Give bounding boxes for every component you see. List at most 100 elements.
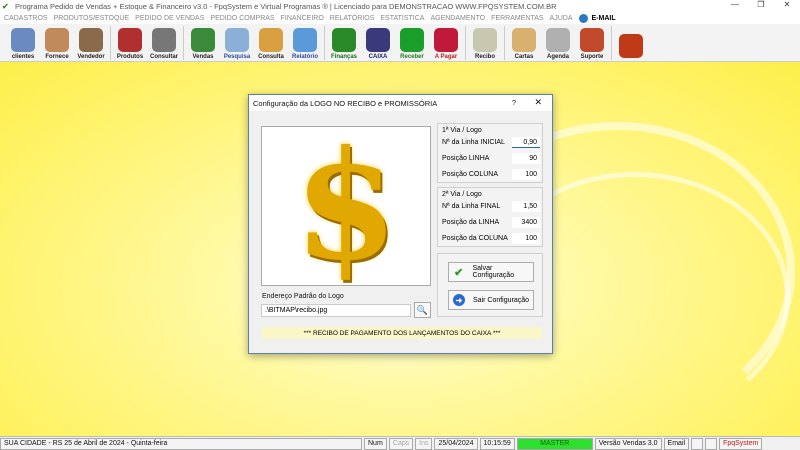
- printer-icon[interactable]: [691, 437, 704, 450]
- status-ins: Ins: [415, 437, 433, 450]
- group-title: 2ª Via / Logo: [442, 191, 482, 198]
- exit-icon: [619, 34, 643, 58]
- toolbar-button-pesquisa[interactable]: Pesquisa: [220, 24, 254, 62]
- toolbar-label: Relatório: [291, 54, 318, 60]
- search-icon: 🔍: [416, 304, 429, 315]
- toolbar-button-fornece[interactable]: Fornece: [40, 24, 74, 62]
- toolbar-label: Fornece: [45, 54, 69, 60]
- line-position-input[interactable]: 90: [512, 152, 540, 164]
- email-globe-icon: [578, 13, 588, 23]
- pesquisa-icon: [225, 28, 249, 52]
- browse-button[interactable]: 🔍: [414, 302, 431, 318]
- calculator-icon[interactable]: [705, 437, 718, 450]
- menu-item[interactable]: PEDIDO COMPRAS: [210, 15, 274, 22]
- menu-item[interactable]: AGENDAMENTO: [430, 15, 485, 22]
- maximize-button[interactable]: ❐: [748, 0, 774, 9]
- title-bar: ✔ Programa Pedido de Vendas + Estoque & …: [0, 0, 800, 12]
- column-position-input[interactable]: 100: [512, 168, 540, 180]
- close-button[interactable]: ✕: [774, 0, 800, 9]
- column-position-2-input[interactable]: 100: [512, 232, 540, 244]
- menu-item[interactable]: FINANCEIRO: [281, 15, 324, 22]
- final-line-input[interactable]: 1,50: [512, 200, 540, 212]
- status-num: Num: [364, 437, 387, 450]
- field-label: Posição COLUNA: [442, 170, 499, 178]
- toolbar-label: CAIXA: [368, 54, 388, 60]
- save-config-button[interactable]: ✔ Salvar Configuração: [448, 262, 534, 282]
- app-logo-icon: ✔: [2, 1, 9, 11]
- toolbar-button-vendedor[interactable]: Vendedor: [74, 24, 108, 62]
- menu-item[interactable]: ESTATISTICA: [380, 15, 424, 22]
- exit-config-button[interactable]: ➜ Sair Configuração: [448, 290, 534, 310]
- toolbar-button-receber[interactable]: Receber: [395, 24, 429, 62]
- vendedor-icon: [79, 28, 103, 52]
- toolbar-label: Cartas: [514, 54, 534, 60]
- toolbar-button-consulta[interactable]: Consulta: [254, 24, 288, 62]
- relatrio-icon: [293, 28, 317, 52]
- toolbar-separator: [465, 26, 466, 60]
- menu-item[interactable]: FERRAMENTAS: [491, 15, 543, 22]
- status-email[interactable]: Email: [663, 437, 690, 450]
- toolbar-button-suporte[interactable]: Suporte: [575, 24, 609, 62]
- toolbar-button-agenda[interactable]: Agenda: [541, 24, 575, 62]
- toolbar-label: Agenda: [546, 54, 569, 60]
- toolbar-separator: [611, 26, 612, 60]
- status-city-date: SUA CIDADE - RS 25 de Abril de 2024 - Qu…: [0, 437, 362, 450]
- toolbar-label: Pesquisa: [223, 54, 251, 60]
- toolbar-label: A Pagar: [434, 54, 458, 60]
- help-button[interactable]: ?: [512, 98, 516, 107]
- toolbar-button-relatrio[interactable]: Relatório: [288, 24, 322, 62]
- menu-item[interactable]: PEDIDO DE VENDAS: [135, 15, 204, 22]
- save-label: Salvar Configuração: [472, 265, 515, 279]
- vendas-icon: [191, 28, 215, 52]
- dialog-close-button[interactable]: ✕: [534, 97, 542, 108]
- menu-item[interactable]: CADASTROS: [4, 15, 48, 22]
- toolbar-button-consultar[interactable]: Consultar: [147, 24, 181, 62]
- toolbar-button-clientes[interactable]: clientes: [6, 24, 40, 62]
- menu-item[interactable]: AJUDA: [550, 15, 573, 22]
- exit-arrow-icon: ➜: [453, 294, 465, 306]
- dollar-logo-image: $: [293, 118, 399, 294]
- toolbar-separator: [183, 26, 184, 60]
- window-title: Programa Pedido de Vendas + Estoque & Fi…: [15, 1, 557, 11]
- toolbar-label: Consultar: [149, 54, 178, 60]
- recibo-icon: [473, 28, 497, 52]
- dialog-footer: *** RECIBO DE PAGAMENTO DOS LANÇAMENTOS …: [262, 327, 542, 339]
- agenda-icon: [546, 28, 570, 52]
- clientes-icon: [11, 28, 35, 52]
- menu-item[interactable]: PRODUTOS/ESTOQUE: [54, 15, 130, 22]
- toolbar: clientes Fornece Vendedor Produtos Consultar…: [0, 24, 800, 62]
- menu-email[interactable]: E-MAIL: [578, 13, 616, 23]
- finanas-icon: [332, 28, 356, 52]
- toolbar-button-apagar[interactable]: A Pagar: [429, 24, 463, 62]
- actions-group: ✔ Salvar Configuração ➜ Sair Configuração: [437, 253, 543, 317]
- toolbar-label: Recibo: [474, 54, 495, 60]
- toolbar-button-recibo[interactable]: Recibo: [468, 24, 502, 62]
- caixa-icon: [366, 28, 390, 52]
- toolbar-button-exit[interactable]: [614, 24, 648, 62]
- toolbar-separator: [324, 26, 325, 60]
- toolbar-button-finanas[interactable]: Finanças: [327, 24, 361, 62]
- line-position-2-input[interactable]: 3400: [512, 216, 540, 228]
- field-label: Nª da Linha FINAL: [442, 202, 501, 210]
- initial-line-input[interactable]: 0,90: [512, 136, 540, 148]
- field-label: Posição LINHA: [442, 154, 490, 162]
- logo-config-dialog: Configuração da LOGO NO RECIBO e PROMISS…: [248, 94, 553, 354]
- toolbar-button-caixa[interactable]: CAIXA: [361, 24, 395, 62]
- email-label: E-MAIL: [591, 14, 616, 22]
- toolbar-button-produtos[interactable]: Produtos: [113, 24, 147, 62]
- status-time: 10:15:59: [479, 437, 515, 450]
- toolbar-separator: [110, 26, 111, 60]
- toolbar-label: Vendas: [192, 54, 214, 60]
- logo-path-input[interactable]: .\BITMAP\recibo.jpg: [261, 304, 411, 317]
- logo-preview: $: [261, 126, 431, 286]
- menu-bar: CADASTROS PRODUTOS/ESTOQUE PEDIDO DE VENDA…: [0, 12, 800, 24]
- toolbar-button-cartas[interactable]: Cartas: [507, 24, 541, 62]
- toolbar-button-vendas[interactable]: Vendas: [186, 24, 220, 62]
- consultar-icon: [152, 28, 176, 52]
- menu-item[interactable]: RELATÓRIOS: [330, 15, 375, 22]
- checkmark-icon: ✔: [454, 266, 464, 279]
- suporte-icon: [580, 28, 604, 52]
- group-first-copy: 1ª Via / Logo Nª da Linha INICIAL 0,90 Po…: [437, 123, 543, 183]
- minimize-button[interactable]: —: [722, 0, 748, 9]
- apagar-icon: [434, 28, 458, 52]
